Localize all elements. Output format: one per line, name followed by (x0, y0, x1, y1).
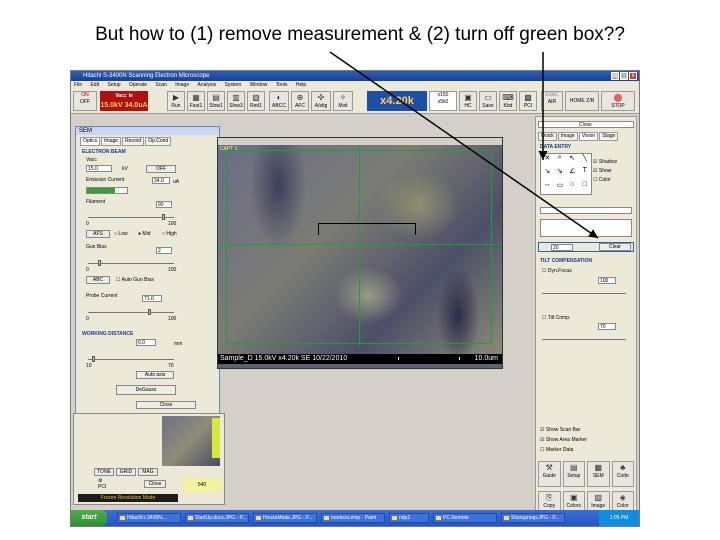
arrow-to-clear-button (329, 51, 599, 239)
annotation-arrows (329, 51, 599, 239)
